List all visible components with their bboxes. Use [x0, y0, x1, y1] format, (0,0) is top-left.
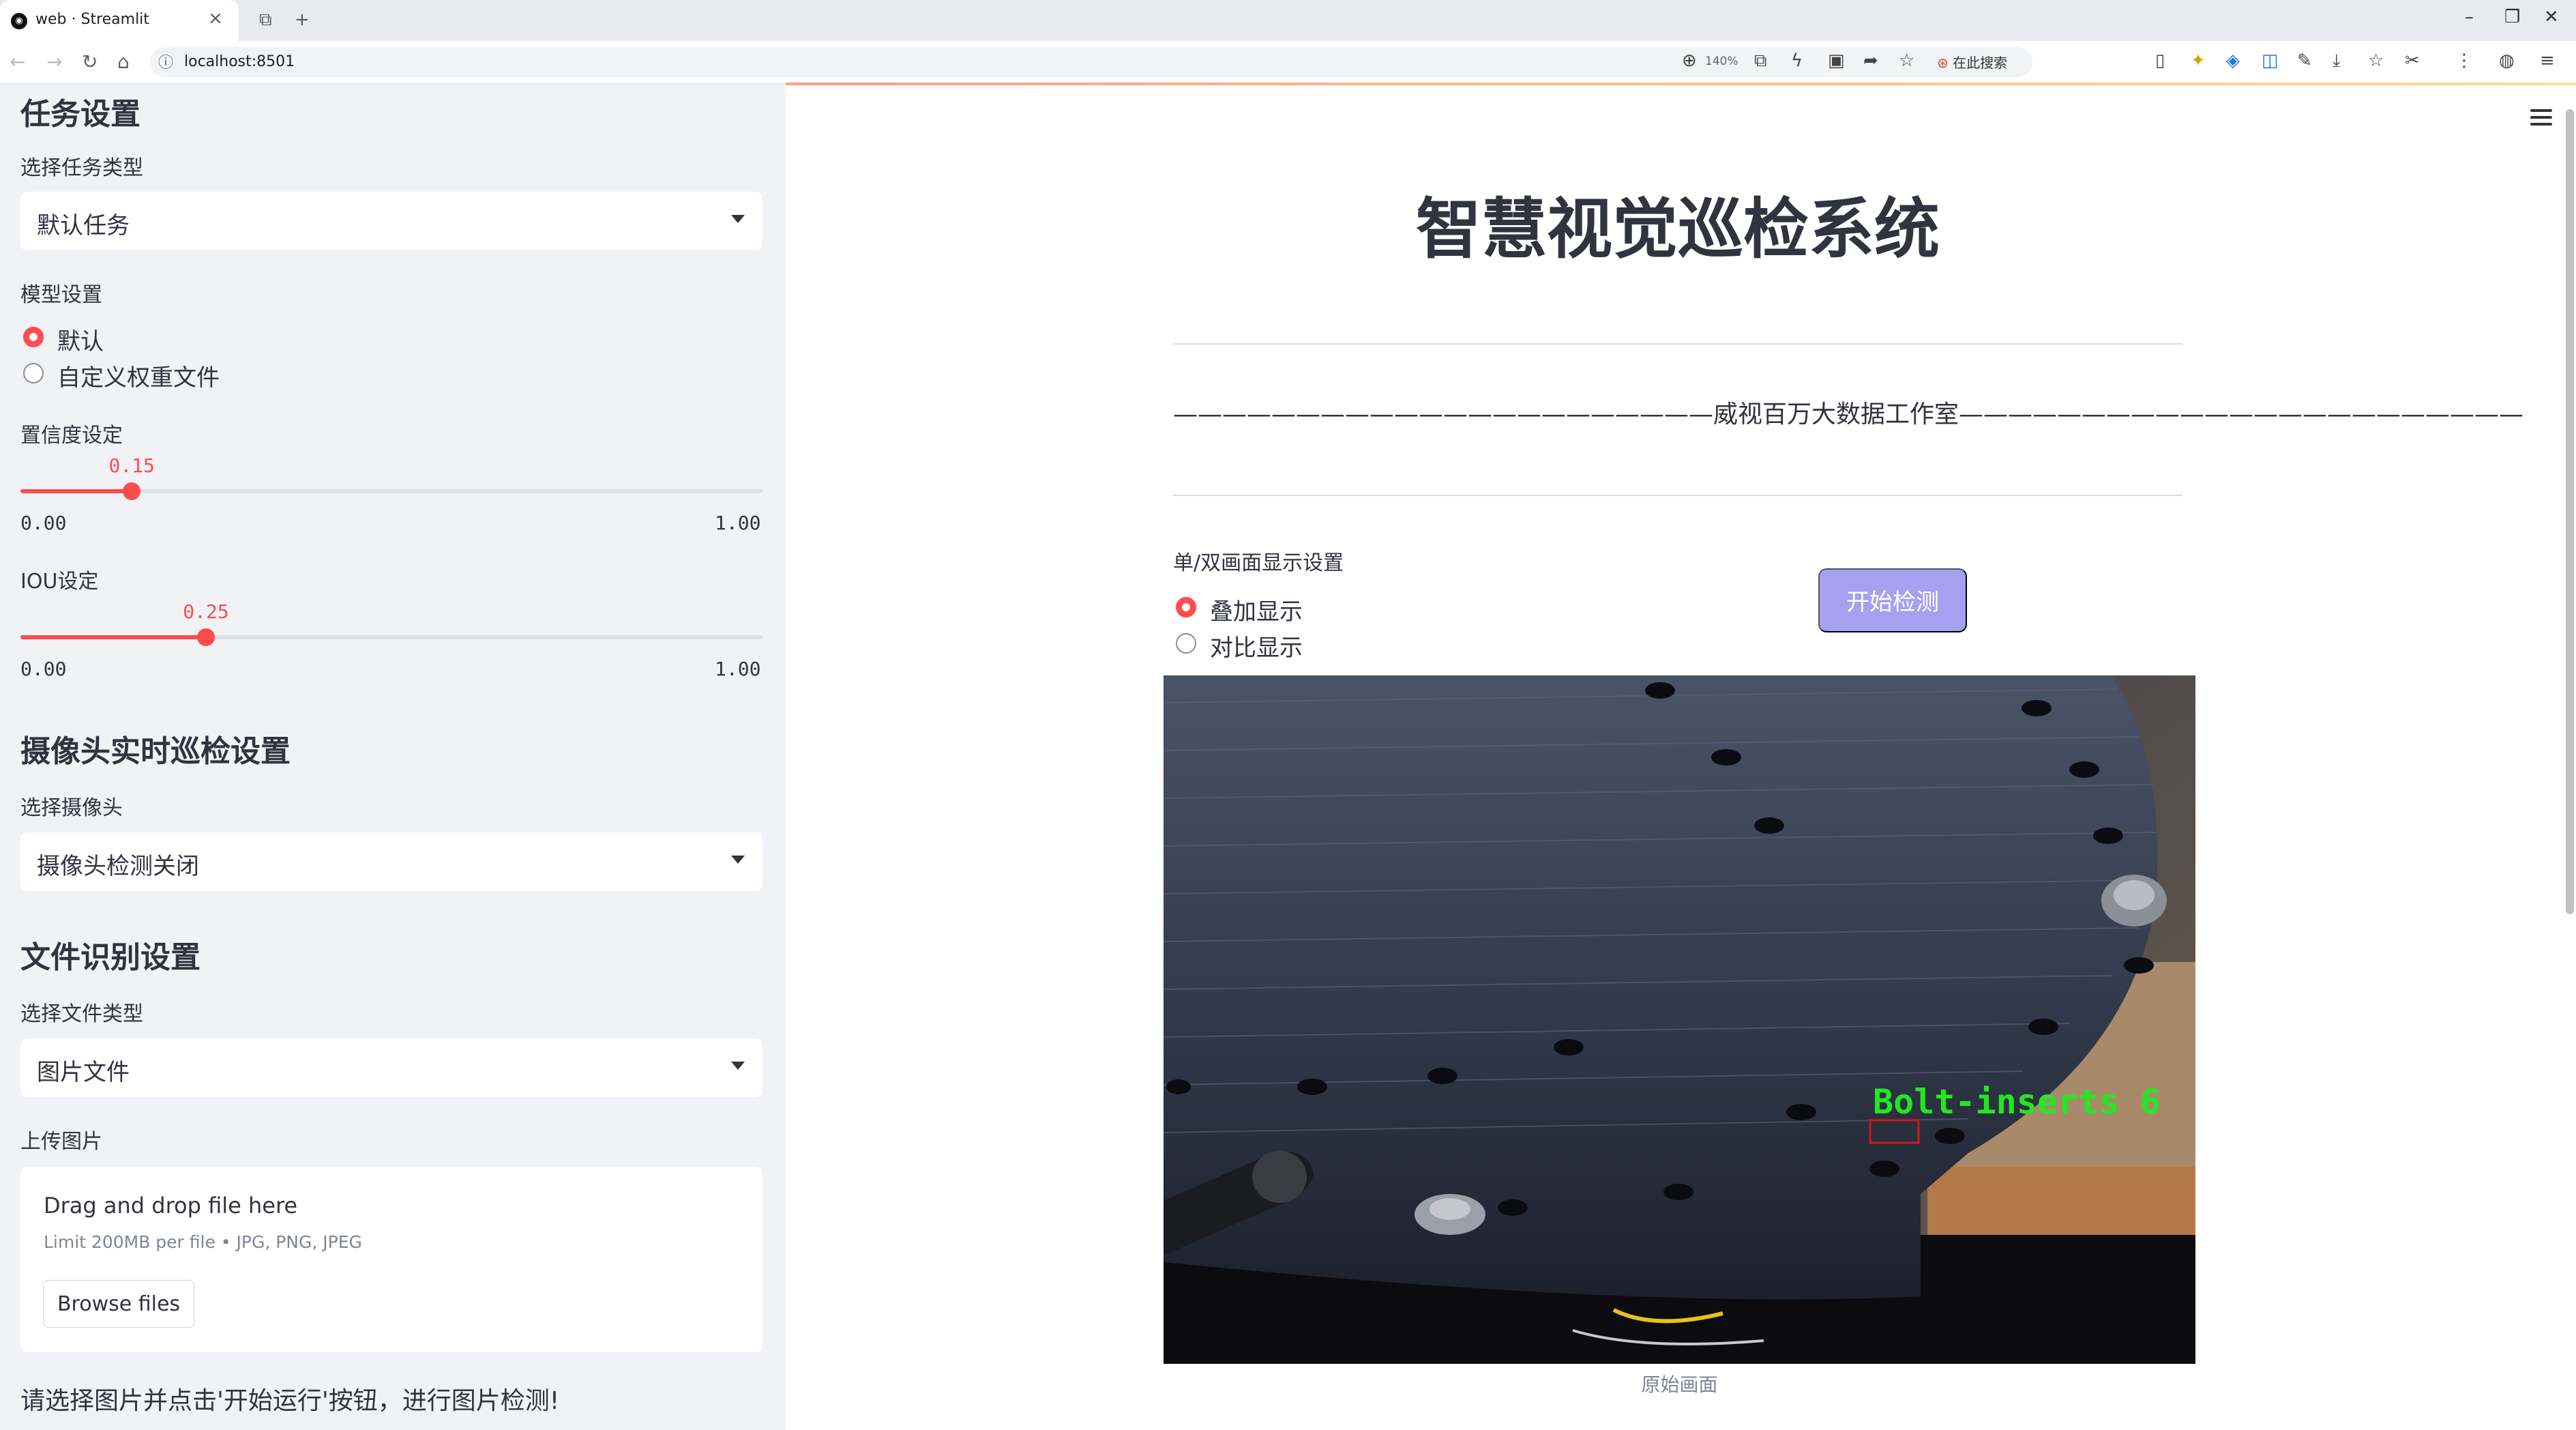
file-settings-heading: 文件识别设置	[20, 940, 201, 975]
camera-select-label: 选择摄像头	[20, 796, 123, 820]
model-settings-label: 模型设置	[20, 283, 102, 307]
confidence-slider[interactable]	[20, 482, 763, 500]
slider-fill	[20, 635, 206, 639]
chevron-down-icon	[731, 215, 745, 223]
browse-files-button[interactable]: Browse files	[43, 1280, 194, 1328]
new-tab-plus-icon[interactable]: +	[295, 10, 310, 30]
confidence-max: 1.00	[715, 512, 761, 534]
radio-unselected-icon	[23, 363, 44, 383]
divider-top	[1173, 343, 2182, 345]
extension-translate-icon[interactable]: ◈	[2226, 50, 2240, 71]
detection-result-image: Bolt-inserts 6	[1164, 675, 2195, 1364]
reading-mode-icon[interactable]: ▯	[2155, 50, 2165, 71]
scissors-icon[interactable]: ✂	[2405, 50, 2420, 71]
divider-bottom	[1173, 495, 2182, 496]
profile-avatar-icon[interactable]: ◍	[2499, 50, 2515, 71]
camera-select-value: 摄像头检测关闭	[37, 853, 199, 880]
browser-menu-icon[interactable]: ≡	[2540, 50, 2555, 71]
iou-max: 1.00	[715, 658, 761, 680]
bookmark-star-icon[interactable]: ☆	[1899, 50, 1914, 71]
extension-pen-icon[interactable]: ✎	[2297, 50, 2312, 71]
browser-tab-strip: ◉ web · Streamlit × ⧉ + – ❐ ✕	[0, 0, 2576, 41]
tab-close-icon[interactable]: ×	[208, 8, 223, 29]
radio-unselected-icon	[1176, 633, 1196, 654]
inspection-photo: Bolt-inserts 6	[1164, 675, 2195, 1364]
slider-thumb[interactable]	[123, 482, 141, 500]
radio-selected-icon	[1176, 597, 1196, 617]
task-type-select[interactable]: 默认任务	[20, 192, 763, 250]
file-type-select[interactable]: 图片文件	[20, 1038, 763, 1097]
upload-hint: 请选择图片并点击'开始运行'按钮，进行图片检测!	[20, 1387, 560, 1415]
address-toolbar: ← → ↻ ⌂ ⓘ localhost:8501 ⊕ 140% ⧉ ϟ ▣ ➦ …	[0, 41, 2576, 84]
upload-label: 上传图片	[20, 1130, 102, 1154]
chevron-down-icon	[731, 1062, 745, 1070]
site-info-icon[interactable]: ⓘ	[158, 50, 173, 72]
search-engine-box[interactable]: ⊛ 在此搜索	[1937, 52, 2007, 72]
detection-label: Bolt-inserts 6	[1873, 1082, 2160, 1122]
address-bar[interactable]	[150, 47, 2032, 77]
task-settings-heading: 任务设置	[20, 97, 140, 132]
extension-ai-icon[interactable]: ✦	[2191, 50, 2206, 71]
model-option-label: 自定义权重文件	[57, 364, 220, 392]
favorites-icon[interactable]: ☆	[2368, 50, 2384, 71]
camera-settings-heading: 摄像头实时巡检设置	[20, 734, 291, 769]
download-icon[interactable]: ⤓	[2333, 50, 2341, 72]
tab-title: web · Streamlit	[35, 11, 149, 28]
model-option-label: 默认	[57, 328, 104, 355]
share-icon[interactable]: ➦	[1863, 50, 1878, 71]
file-dropzone[interactable]: Drag and drop file here Limit 200MB per …	[20, 1167, 763, 1352]
display-option-label: 对比显示	[1210, 634, 1303, 662]
task-type-label: 选择任务类型	[20, 156, 143, 180]
confidence-label: 置信度设定	[20, 424, 123, 448]
slider-thumb[interactable]	[197, 628, 215, 646]
display-mode-label: 单/双画面显示设置	[1173, 551, 1344, 575]
url-text[interactable]: localhost:8501	[184, 53, 295, 70]
screenshot-icon[interactable]: ▣	[1828, 50, 1845, 71]
iou-slider[interactable]	[20, 628, 763, 646]
home-icon[interactable]: ⌂	[117, 50, 130, 73]
page-title: 智慧视觉巡检系统	[1416, 191, 1940, 267]
slider-fill	[20, 489, 132, 493]
minimize-icon[interactable]: –	[2465, 7, 2474, 27]
search-engine-icon: ⊛	[1937, 55, 1949, 71]
confidence-min: 0.00	[20, 512, 67, 534]
streamlit-favicon-icon: ◉	[11, 13, 27, 29]
lightning-icon[interactable]: ϟ	[1791, 50, 1803, 71]
top-decoration-bar	[786, 83, 2576, 85]
confidence-value: 0.15	[108, 454, 155, 477]
iou-value: 0.25	[183, 600, 229, 623]
dropzone-title: Drag and drop file here	[44, 1193, 298, 1219]
iou-min: 0.00	[20, 658, 67, 680]
tab-search-icon[interactable]: ⧉	[259, 10, 272, 31]
dropzone-limit: Limit 200MB per file • JPG, PNG, JPEG	[44, 1232, 362, 1252]
forward-icon[interactable]: →	[46, 50, 62, 73]
zoom-level[interactable]: 140%	[1705, 55, 1738, 68]
image-caption: 原始画面	[1641, 1373, 1718, 1396]
reload-icon[interactable]: ↻	[82, 50, 98, 73]
start-detection-button[interactable]: 开始检测	[1818, 568, 1967, 632]
chevron-down-icon	[731, 856, 745, 864]
radio-selected-icon	[23, 327, 44, 347]
restore-icon[interactable]: ❐	[2504, 7, 2520, 27]
display-option-label: 叠加显示	[1210, 598, 1303, 626]
scrollbar[interactable]	[2566, 109, 2574, 914]
window-close-icon[interactable]: ✕	[2544, 7, 2559, 27]
task-type-value: 默认任务	[37, 212, 130, 239]
search-engine-label: 在此搜索	[1953, 55, 2008, 71]
studio-line: ——————————————————————威视百万大数据工作室————————…	[1173, 400, 2524, 428]
iou-label: IOU设定	[20, 570, 99, 594]
file-type-value: 图片文件	[37, 1059, 130, 1086]
browser-tab[interactable]: ◉ web · Streamlit ×	[0, 0, 239, 41]
more-menu-icon[interactable]: ⋮	[2455, 50, 2473, 71]
camera-select[interactable]: 摄像头检测关闭	[20, 832, 763, 891]
translate-icon[interactable]: ⧉	[1754, 50, 1767, 72]
main-menu-icon[interactable]	[2530, 109, 2552, 130]
file-type-label: 选择文件类型	[20, 1002, 143, 1026]
extension-window-icon[interactable]: ◫	[2262, 50, 2279, 71]
back-icon[interactable]: ←	[10, 50, 25, 73]
zoom-icon[interactable]: ⊕	[1682, 50, 1697, 71]
